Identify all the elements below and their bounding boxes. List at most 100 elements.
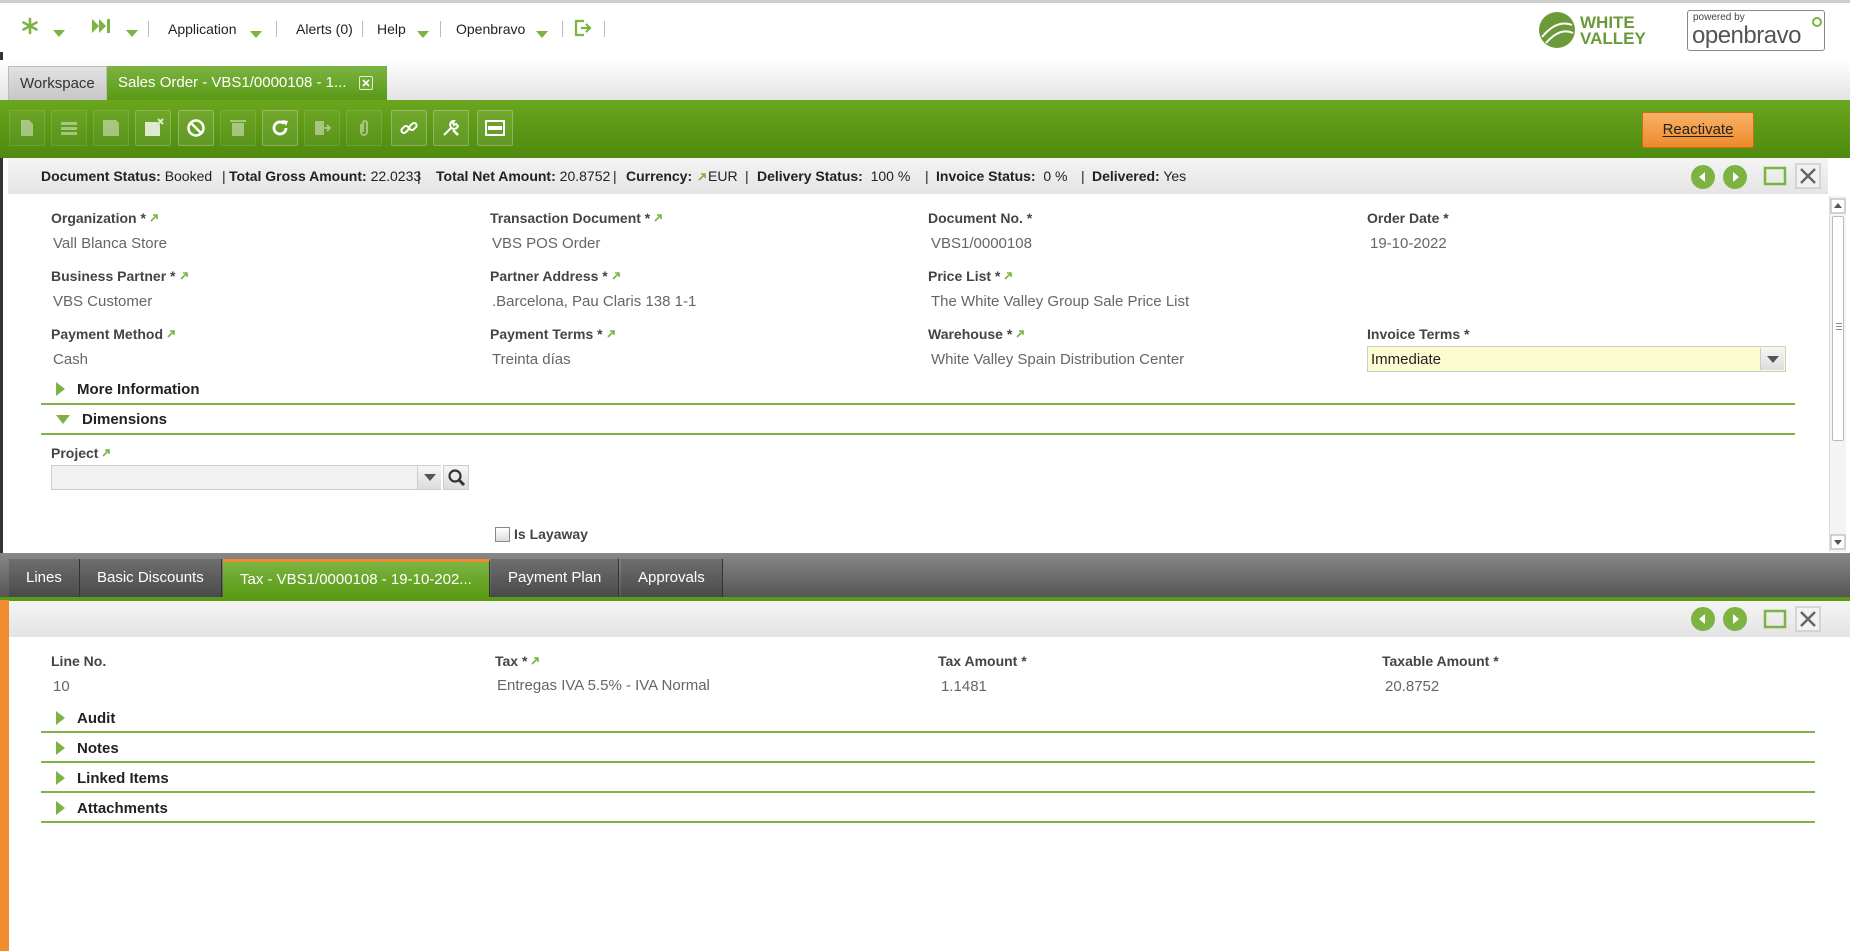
link-arrow-icon[interactable] bbox=[1004, 272, 1013, 280]
menu-alerts[interactable]: Alerts (0) bbox=[296, 21, 353, 37]
new-document-button[interactable] bbox=[9, 110, 45, 146]
subtab-lines[interactable]: Lines bbox=[9, 559, 80, 597]
payment-terms-value[interactable]: Treinta días bbox=[492, 351, 571, 368]
warehouse-value[interactable]: White Valley Spain Distribution Center bbox=[931, 351, 1184, 368]
child-previous-record-button[interactable] bbox=[1691, 607, 1715, 631]
help-dropdown[interactable] bbox=[417, 25, 429, 41]
tools-icon bbox=[443, 120, 460, 136]
link-arrow-icon[interactable] bbox=[607, 330, 615, 338]
quick-launch-dropdown[interactable] bbox=[53, 24, 65, 40]
scroll-down-icon[interactable] bbox=[1830, 534, 1846, 550]
export-button[interactable] bbox=[304, 110, 340, 146]
tax-value[interactable]: Entregas IVA 5.5% - IVA Normal bbox=[497, 677, 710, 694]
line-no-value[interactable]: 10 bbox=[53, 678, 70, 695]
child-maximize-button[interactable] bbox=[1762, 606, 1788, 632]
invoice-terms-select[interactable]: Immediate bbox=[1367, 346, 1786, 372]
save-icon bbox=[103, 120, 119, 136]
transaction-document-value[interactable]: VBS POS Order bbox=[492, 235, 600, 252]
recent-views-dropdown[interactable] bbox=[126, 24, 138, 40]
previous-record-button[interactable] bbox=[1691, 165, 1715, 189]
subtab-payment-plan[interactable]: Payment Plan bbox=[491, 559, 620, 597]
save-button[interactable] bbox=[93, 110, 129, 146]
subtab-approvals[interactable]: Approvals bbox=[621, 559, 723, 597]
close-tab-icon[interactable] bbox=[359, 76, 373, 90]
link-arrow-icon[interactable] bbox=[698, 173, 706, 181]
business-partner-label: Business Partner * bbox=[51, 268, 188, 284]
link-arrow-icon[interactable] bbox=[654, 214, 663, 222]
attachment-icon bbox=[360, 120, 368, 136]
link-icon bbox=[400, 121, 418, 135]
order-date-label: Order Date * bbox=[1367, 210, 1449, 226]
recent-views-icon[interactable] bbox=[91, 17, 111, 38]
project-search-button[interactable] bbox=[443, 465, 469, 490]
status-bar: Document Status: Booked | Total Gross Am… bbox=[8, 158, 1828, 194]
status-separator: | bbox=[222, 168, 226, 184]
is-layaway-checkbox[interactable] bbox=[495, 527, 510, 542]
payment-method-value[interactable]: Cash bbox=[53, 351, 88, 368]
document-no-value[interactable]: VBS1/0000108 bbox=[931, 235, 1032, 252]
save-close-button[interactable] bbox=[135, 110, 171, 146]
section-linked-items[interactable]: Linked Items bbox=[56, 770, 169, 787]
menu-help[interactable]: Help bbox=[377, 21, 406, 37]
scroll-thumb[interactable] bbox=[1832, 216, 1844, 441]
menu-divider bbox=[276, 21, 277, 37]
tab-sales-order[interactable]: Sales Order - VBS1/0000108 - 1... bbox=[107, 66, 387, 100]
section-notes[interactable]: Notes bbox=[56, 740, 119, 757]
total-gross-label: Total Gross Amount: bbox=[229, 168, 367, 184]
section-attachments[interactable]: Attachments bbox=[56, 800, 168, 817]
chevron-down-icon bbox=[536, 30, 548, 38]
link-arrow-icon[interactable] bbox=[531, 657, 540, 665]
close-view-button[interactable] bbox=[1795, 163, 1821, 189]
organization-value[interactable]: Vall Blanca Store bbox=[53, 235, 167, 252]
openbravo-dropdown[interactable] bbox=[536, 25, 548, 41]
form-grid-toggle-button[interactable] bbox=[477, 110, 513, 146]
logout-icon[interactable] bbox=[574, 19, 592, 40]
cancel-button[interactable] bbox=[178, 110, 214, 146]
section-audit[interactable]: Audit bbox=[56, 710, 115, 727]
tools-button[interactable] bbox=[433, 110, 469, 146]
tax-amount-value[interactable]: 1.1481 bbox=[941, 678, 987, 695]
section-more-information[interactable]: More Information bbox=[56, 381, 200, 398]
project-dropdown[interactable] bbox=[417, 466, 441, 489]
child-close-button[interactable] bbox=[1795, 606, 1821, 632]
attachment-button[interactable] bbox=[346, 110, 382, 146]
new-row-button[interactable] bbox=[51, 110, 87, 146]
quick-launch-icon[interactable] bbox=[21, 17, 39, 38]
refresh-button[interactable] bbox=[262, 110, 298, 146]
menu-divider bbox=[604, 21, 605, 37]
form-scrollbar[interactable] bbox=[1829, 196, 1846, 552]
maximize-button[interactable] bbox=[1762, 163, 1788, 189]
order-date-value[interactable]: 19-10-2022 bbox=[1370, 235, 1447, 252]
subtab-basic-discounts[interactable]: Basic Discounts bbox=[80, 559, 222, 597]
reactivate-button[interactable]: Reactivate bbox=[1642, 112, 1754, 148]
invoice-terms-dropdown[interactable] bbox=[1760, 348, 1784, 370]
scroll-up-icon[interactable] bbox=[1830, 198, 1846, 214]
link-button[interactable] bbox=[391, 110, 427, 146]
price-list-value[interactable]: The White Valley Group Sale Price List bbox=[931, 293, 1189, 310]
application-dropdown[interactable] bbox=[250, 25, 262, 41]
link-arrow-icon[interactable] bbox=[179, 272, 188, 280]
refresh-icon bbox=[272, 120, 288, 136]
link-arrow-icon[interactable] bbox=[150, 214, 158, 222]
project-input[interactable] bbox=[51, 465, 441, 490]
link-arrow-icon[interactable] bbox=[102, 449, 111, 457]
tab-workspace[interactable]: Workspace bbox=[8, 66, 107, 100]
menu-divider bbox=[148, 21, 149, 37]
section-dimensions[interactable]: Dimensions bbox=[56, 411, 167, 428]
link-arrow-icon[interactable] bbox=[1016, 330, 1025, 338]
status-separator: | bbox=[925, 168, 929, 184]
link-arrow-icon[interactable] bbox=[612, 272, 620, 280]
next-record-button[interactable] bbox=[1723, 165, 1747, 189]
delete-button[interactable] bbox=[220, 110, 256, 146]
subtab-tax[interactable]: Tax - VBS1/0000108 - 19-10-202... bbox=[223, 559, 490, 597]
top-menu-bar: Application Alerts (0) Help Openbravo WH… bbox=[0, 0, 1850, 52]
section-divider bbox=[41, 761, 1815, 763]
menu-application[interactable]: Application bbox=[168, 21, 237, 37]
taxable-amount-value[interactable]: 20.8752 bbox=[1385, 678, 1439, 695]
business-partner-value[interactable]: VBS Customer bbox=[53, 293, 152, 310]
partner-address-value[interactable]: .Barcelona, Pau Claris 138 1-1 bbox=[492, 293, 696, 310]
menu-openbravo[interactable]: Openbravo bbox=[456, 21, 525, 37]
link-arrow-icon[interactable] bbox=[167, 330, 175, 338]
window-tab-bar: Workspace Sales Order - VBS1/0000108 - 1… bbox=[0, 60, 1850, 100]
child-next-record-button[interactable] bbox=[1723, 607, 1747, 631]
